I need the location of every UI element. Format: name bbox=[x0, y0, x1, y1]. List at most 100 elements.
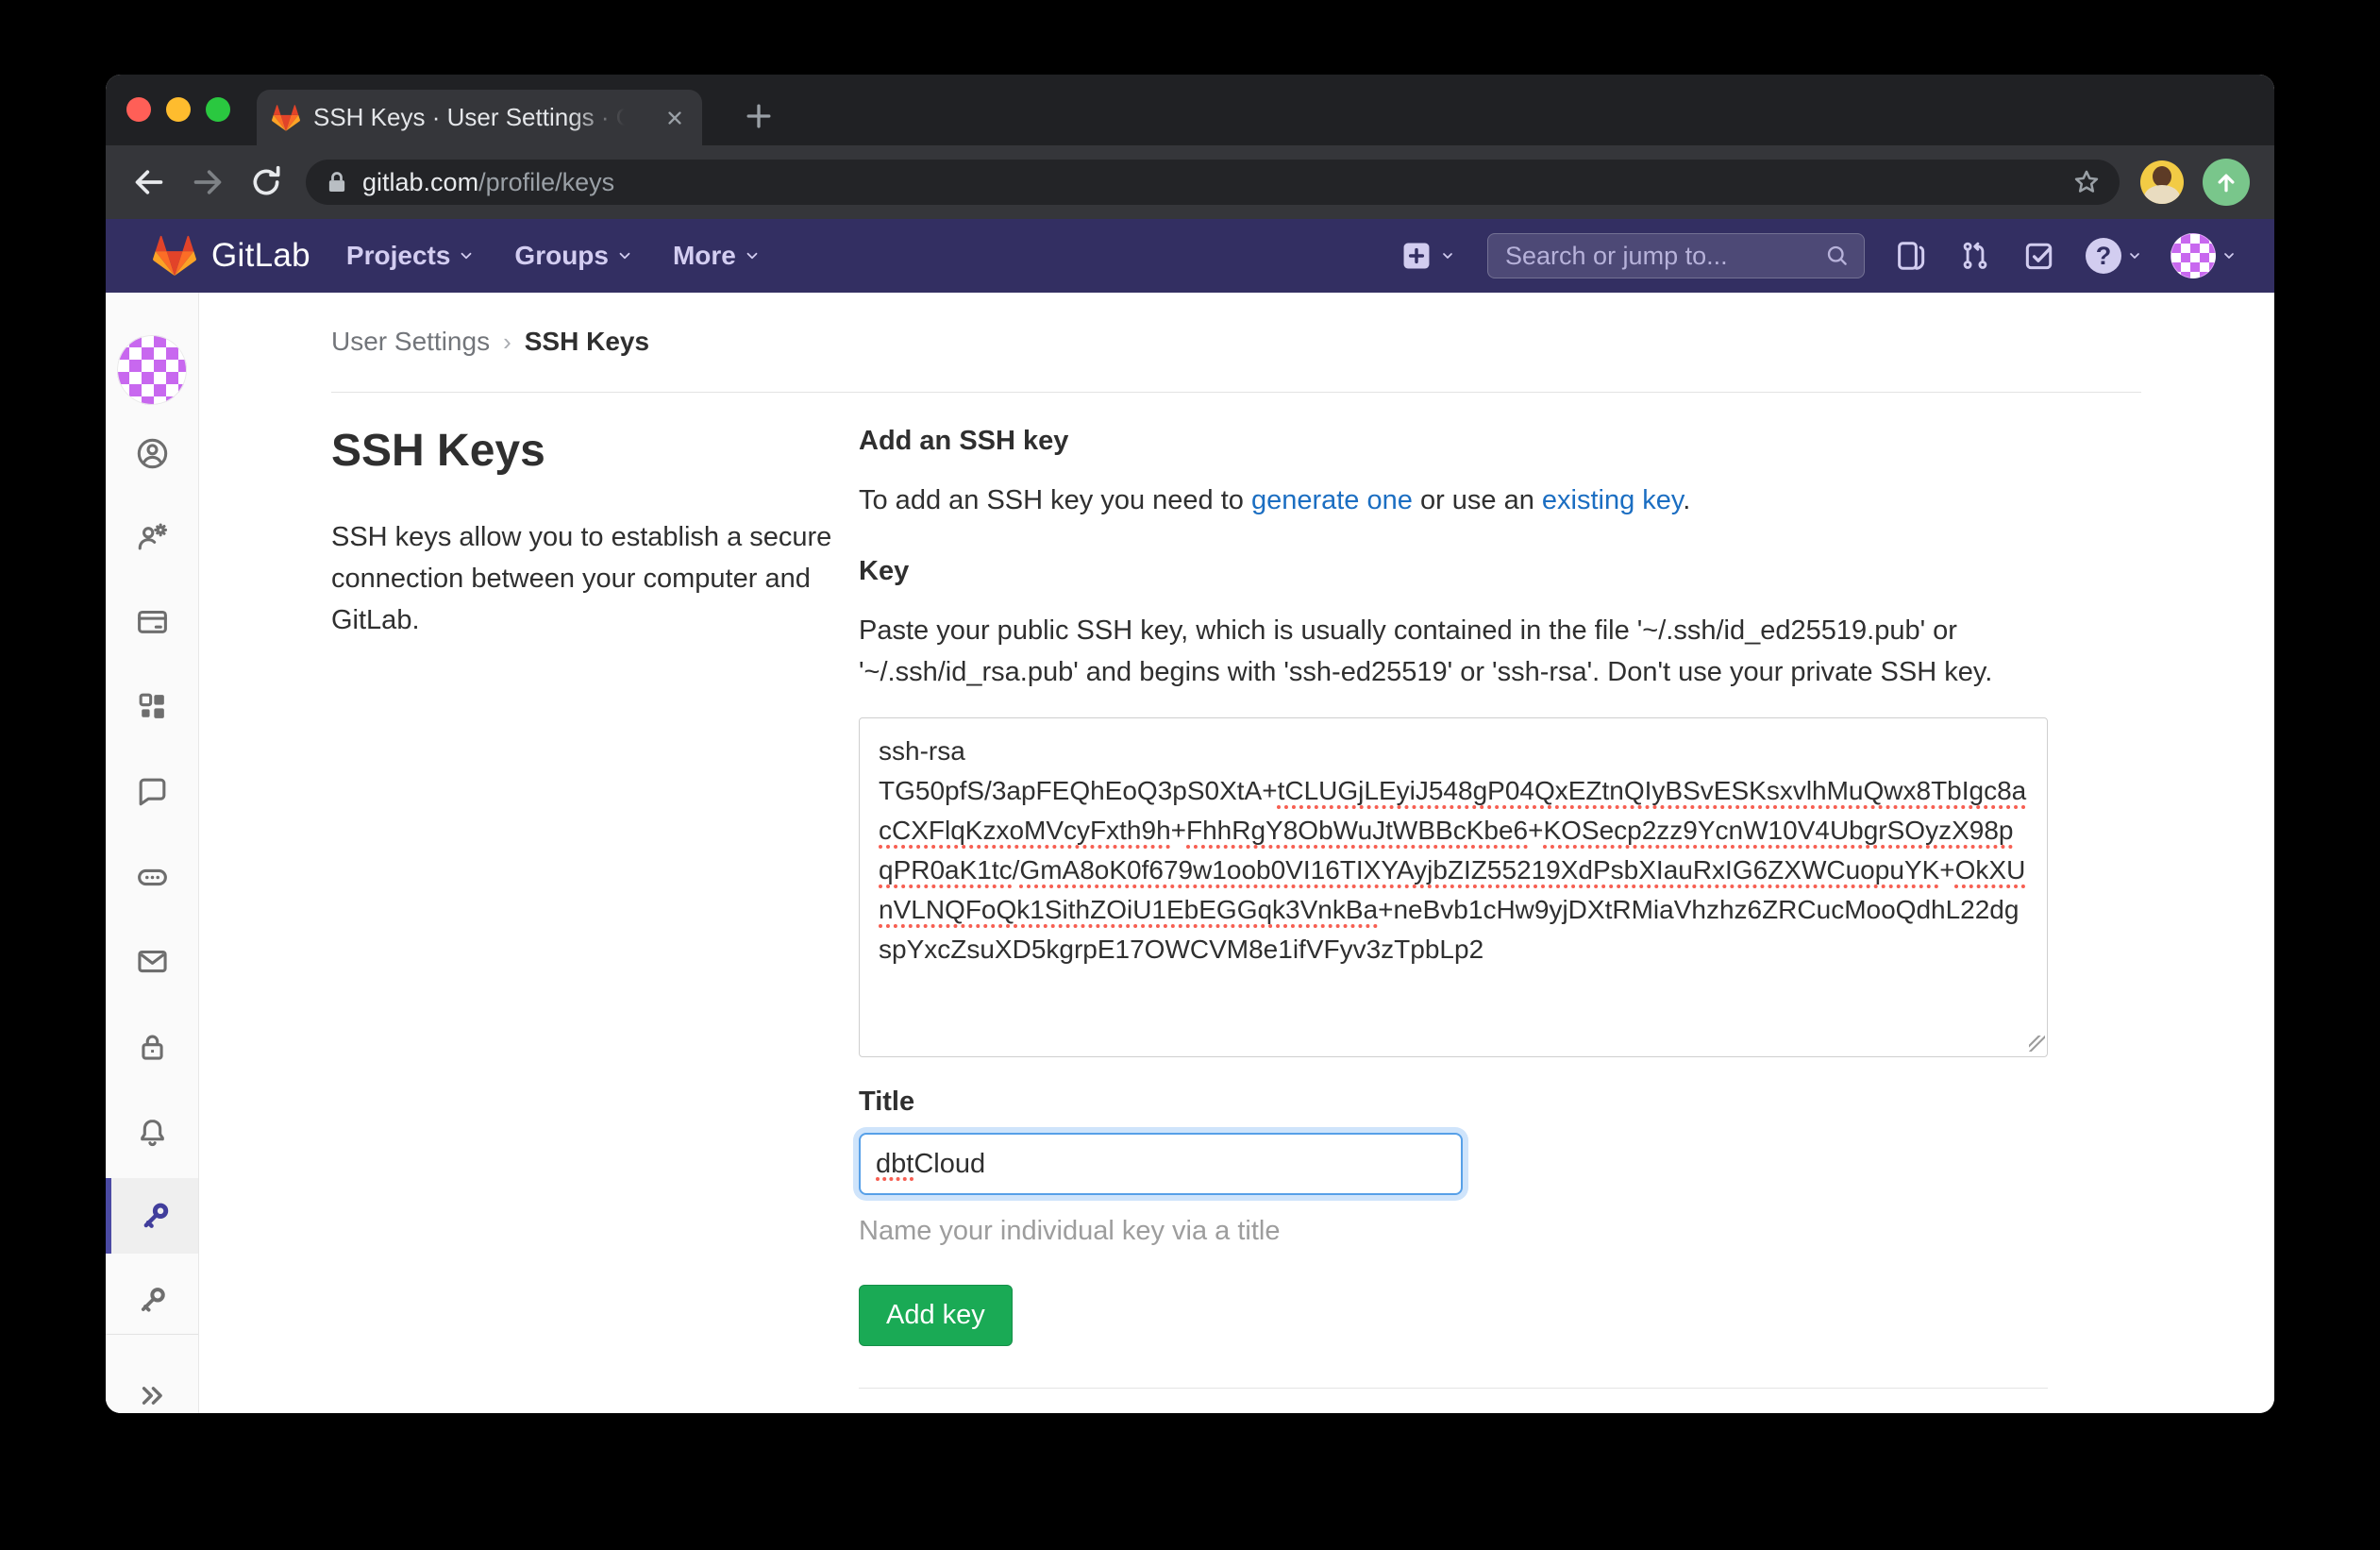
page-description: SSH keys allow you to establish a secure… bbox=[331, 516, 874, 641]
add-ssh-key-form: Add an SSH key To add an SSH key you nee… bbox=[859, 425, 2048, 1389]
breadcrumb-user-settings[interactable]: User Settings bbox=[331, 327, 490, 357]
global-search[interactable] bbox=[1487, 233, 1865, 278]
page-content: User Settings › SSH Keys SSH Keys SSH ke… bbox=[106, 293, 2274, 1413]
url-domain: gitlab.com bbox=[362, 168, 478, 196]
merge-request-icon bbox=[1957, 238, 1993, 274]
minimize-window-button[interactable] bbox=[166, 97, 191, 122]
url-bar[interactable]: gitlab.com/profile/keys bbox=[306, 160, 2120, 205]
issues-icon bbox=[1893, 238, 1929, 274]
tab-close-icon[interactable] bbox=[662, 106, 687, 130]
gpg-key-icon bbox=[135, 1283, 170, 1318]
sidebar-item-billing[interactable] bbox=[106, 583, 198, 659]
new-menu[interactable] bbox=[1399, 238, 1455, 274]
avatar-head bbox=[2153, 166, 2171, 187]
chevron-down-icon bbox=[458, 247, 475, 264]
sidebar-item-profile[interactable] bbox=[106, 415, 198, 491]
profile-icon bbox=[135, 436, 170, 471]
envelope-icon bbox=[135, 944, 170, 979]
sidebar-item-account[interactable] bbox=[106, 498, 198, 574]
nav-issues[interactable] bbox=[1893, 238, 1929, 274]
browser-update-button[interactable] bbox=[2203, 159, 2250, 206]
user-avatar bbox=[2170, 233, 2216, 278]
generate-one-link[interactable]: generate one bbox=[1251, 485, 1413, 515]
key-label: Key bbox=[859, 555, 2048, 587]
reload-icon[interactable] bbox=[247, 163, 285, 201]
form-intro: To add an SSH key you need to generate o… bbox=[859, 480, 2048, 521]
title-label: Title bbox=[859, 1086, 2048, 1118]
comment-icon bbox=[135, 774, 170, 809]
chevron-down-icon bbox=[1440, 248, 1455, 263]
form-section-heading: Add an SSH key bbox=[859, 425, 2048, 457]
search-input[interactable] bbox=[1505, 242, 1824, 271]
avatar-body bbox=[2144, 185, 2180, 204]
nav-projects[interactable]: Projects bbox=[346, 241, 476, 271]
browser-tab[interactable]: SSH Keys · User Settings · GitLab bbox=[257, 90, 702, 145]
form-bottom-divider bbox=[859, 1388, 2048, 1389]
chevrons-right-icon bbox=[135, 1378, 170, 1413]
nav-help[interactable]: ? bbox=[2086, 238, 2142, 274]
account-gear-icon bbox=[135, 519, 170, 554]
help-icon: ? bbox=[2086, 238, 2121, 274]
plus-square-icon bbox=[1399, 238, 1434, 274]
chevron-down-icon bbox=[2127, 248, 2142, 263]
traffic-lights bbox=[126, 97, 230, 122]
chevron-down-icon bbox=[2221, 248, 2237, 263]
sidebar-divider bbox=[106, 1334, 198, 1335]
search-icon bbox=[1824, 243, 1851, 269]
back-icon[interactable] bbox=[130, 163, 168, 201]
lock-icon bbox=[323, 168, 351, 196]
sidebar-item-password[interactable] bbox=[106, 1009, 198, 1085]
gitlab-navbar: GitLab Projects Groups More bbox=[106, 219, 2274, 293]
title-helper-text: Name your individual key via a title bbox=[859, 1216, 2048, 1247]
nav-merge-requests[interactable] bbox=[1957, 238, 1993, 274]
url-text: gitlab.com/profile/keys bbox=[362, 168, 614, 197]
profile-avatar[interactable] bbox=[117, 335, 187, 405]
todo-check-icon bbox=[2021, 238, 2057, 274]
page-title: SSH Keys bbox=[331, 425, 874, 477]
existing-key-link[interactable]: existing key bbox=[1542, 485, 1683, 515]
forward-icon[interactable] bbox=[189, 163, 226, 201]
sidebar-item-gpg-keys[interactable] bbox=[106, 1262, 198, 1338]
nav-todos[interactable] bbox=[2021, 238, 2057, 274]
bell-icon bbox=[135, 1115, 170, 1150]
sidebar-item-emails[interactable] bbox=[106, 923, 198, 999]
nav-groups[interactable]: Groups bbox=[514, 241, 633, 271]
key-textarea[interactable]: ssh-rsa TG50pfS/3apFEQhEoQ3pS0XtA+tCLUGj… bbox=[859, 717, 2048, 1057]
ellipsis-pill-icon bbox=[135, 860, 170, 895]
bookmark-star-icon[interactable] bbox=[2070, 166, 2103, 198]
nav-user-menu[interactable] bbox=[2170, 233, 2237, 278]
breadcrumb-separator-icon: › bbox=[503, 328, 511, 357]
nav-more[interactable]: More bbox=[673, 241, 761, 271]
padlock-icon bbox=[135, 1030, 170, 1065]
sidebar-item-integrations[interactable] bbox=[106, 839, 198, 915]
sidebar-item-notifications[interactable] bbox=[106, 1094, 198, 1170]
sidebar-item-chat[interactable] bbox=[106, 753, 198, 829]
browser-window: SSH Keys · User Settings · GitLab gitlab… bbox=[106, 75, 2274, 1413]
sidebar-item-applications[interactable] bbox=[106, 668, 198, 744]
chevron-down-icon bbox=[744, 247, 761, 264]
browser-profile-avatar[interactable] bbox=[2140, 160, 2184, 204]
gitlab-logo[interactable] bbox=[153, 234, 196, 278]
new-tab-button[interactable] bbox=[740, 97, 778, 135]
chevron-down-icon bbox=[616, 247, 633, 264]
add-key-button[interactable]: Add key bbox=[859, 1285, 1013, 1346]
arrow-up-icon bbox=[2212, 168, 2240, 196]
breadcrumb: User Settings › SSH Keys bbox=[331, 327, 649, 357]
section-summary: SSH Keys SSH keys allow you to establish… bbox=[331, 425, 874, 641]
url-path: /profile/keys bbox=[478, 168, 614, 196]
breadcrumb-divider bbox=[331, 392, 2141, 393]
gitlab-favicon bbox=[272, 104, 300, 132]
breadcrumb-current: SSH Keys bbox=[525, 327, 649, 357]
tab-strip: SSH Keys · User Settings · GitLab bbox=[106, 75, 2274, 145]
gitlab-wordmark[interactable]: GitLab bbox=[211, 237, 310, 275]
close-window-button[interactable] bbox=[126, 97, 151, 122]
title-input[interactable]: dbt Cloud bbox=[859, 1133, 1463, 1195]
browser-toolbar: gitlab.com/profile/keys bbox=[106, 145, 2274, 219]
ssh-key-icon bbox=[138, 1199, 173, 1234]
credit-card-icon bbox=[135, 604, 170, 639]
grid-icon bbox=[135, 689, 170, 724]
sidebar-item-ssh-keys[interactable] bbox=[106, 1178, 198, 1254]
resize-handle[interactable] bbox=[2029, 1036, 2045, 1052]
sidebar-collapse-button[interactable] bbox=[106, 1357, 198, 1413]
zoom-window-button[interactable] bbox=[206, 97, 230, 122]
